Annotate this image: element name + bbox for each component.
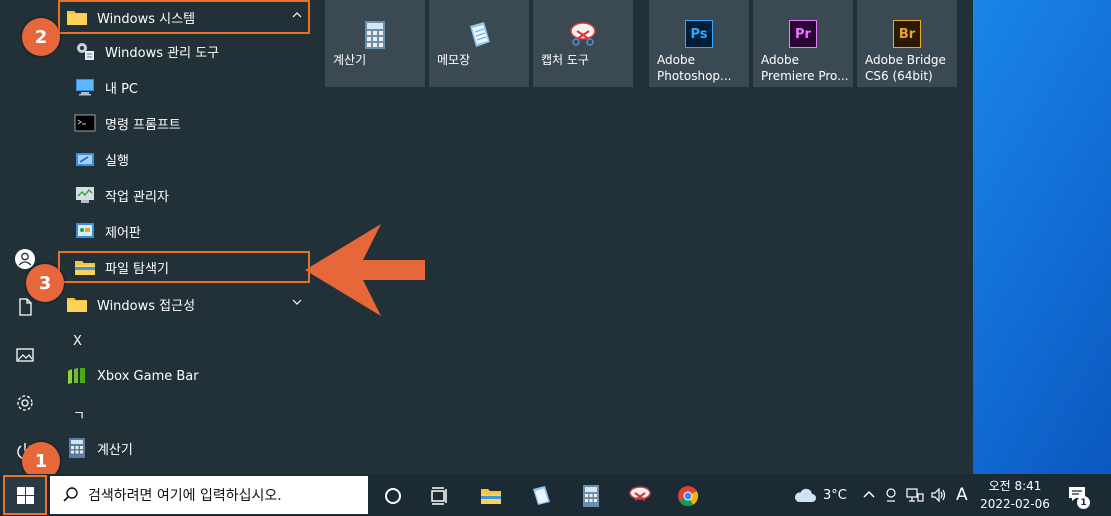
- snipping-tool-icon: [570, 22, 596, 46]
- arrow-left-icon: [305, 224, 425, 316]
- app-file-explorer[interactable]: 파일 탐색기: [58, 251, 310, 283]
- volume-icon[interactable]: [930, 487, 948, 503]
- folder-icon: [67, 298, 87, 312]
- folder-icon: [67, 11, 87, 25]
- notification-center[interactable]: 1: [1064, 482, 1092, 510]
- letter-header-x[interactable]: X: [73, 334, 82, 349]
- meet-now-icon[interactable]: [884, 487, 898, 503]
- app-label: 제어판: [105, 225, 141, 241]
- letter-header-g[interactable]: ㄱ: [73, 405, 85, 424]
- start-button[interactable]: [3, 475, 47, 515]
- app-run[interactable]: 실행: [58, 142, 310, 176]
- xbox-game-bar-icon: [68, 368, 85, 384]
- control-panel-icon: [76, 223, 94, 238]
- step-badge-3: 3: [26, 264, 64, 302]
- step-badge-2: 2: [22, 18, 60, 56]
- app-admin-tools[interactable]: Windows 관리 도구: [58, 34, 310, 68]
- search-placeholder: 검색하려면 여기에 입력하십시오.: [88, 488, 282, 504]
- group-windows-accessibility[interactable]: Windows 접근성: [58, 287, 310, 321]
- pictures-icon[interactable]: [14, 344, 36, 366]
- app-command-prompt[interactable]: 명령 프롬프트: [58, 106, 310, 140]
- clock-time: 오전 8:41: [988, 479, 1042, 493]
- computer-icon: [76, 79, 94, 96]
- app-task-manager[interactable]: 작업 관리자: [58, 178, 310, 212]
- calculator-icon: [365, 21, 385, 49]
- photoshop-icon: Ps: [685, 20, 713, 48]
- admin-tools-icon: [77, 43, 94, 60]
- tile-adobe-premiere[interactable]: Pr Adobe Premiere Pro...: [753, 0, 853, 87]
- folder-icon: [75, 261, 95, 275]
- ime-indicator[interactable]: A: [956, 485, 968, 505]
- file-explorer-icon[interactable]: [479, 484, 503, 508]
- task-manager-icon: [76, 187, 94, 203]
- tile-label: Adobe Photoshop...: [657, 53, 732, 83]
- app-label: Windows 관리 도구: [105, 45, 220, 61]
- calculator-icon: [69, 438, 85, 458]
- app-list: Windows 시스템 Windows 관리 도구 내 PC 명령 프롬프트 실…: [50, 0, 310, 474]
- app-label: 계산기: [97, 442, 133, 458]
- bridge-icon: Br: [893, 20, 921, 48]
- app-label: 내 PC: [105, 81, 139, 97]
- chevron-down-icon: [292, 299, 302, 305]
- task-view-icon[interactable]: [428, 484, 452, 508]
- network-icon[interactable]: [906, 487, 924, 503]
- windows-logo-icon: [17, 487, 34, 504]
- app-xbox-game-bar[interactable]: Xbox Game Bar: [58, 359, 310, 393]
- app-calculator[interactable]: 계산기: [58, 431, 310, 465]
- tile-notepad[interactable]: 메모장: [429, 0, 529, 87]
- tile-snipping-tool[interactable]: 캡처 도구: [533, 0, 633, 87]
- notepad-icon[interactable]: [529, 484, 553, 508]
- group-windows-system[interactable]: Windows 시스템: [58, 0, 310, 34]
- chevron-up-icon: [292, 12, 302, 18]
- start-rail: [0, 0, 50, 474]
- tile-label: Adobe Bridge CS6 (64bit): [865, 53, 946, 83]
- settings-gear-icon[interactable]: [14, 392, 36, 414]
- calculator-icon[interactable]: [579, 484, 603, 508]
- notepad-icon: [470, 22, 490, 47]
- tile-label: 계산기: [333, 53, 367, 67]
- tile-calculator[interactable]: 계산기: [325, 0, 425, 87]
- app-label: 명령 프롬프트: [105, 117, 181, 133]
- search-box[interactable]: 검색하려면 여기에 입력하십시오.: [50, 476, 368, 514]
- clock[interactable]: 오전 8:41 2022-02-06: [978, 477, 1052, 513]
- cloud-icon: [794, 488, 816, 502]
- tile-label: Adobe Premiere Pro...: [761, 53, 849, 83]
- documents-icon[interactable]: [14, 296, 36, 318]
- chrome-icon[interactable]: [676, 484, 700, 508]
- tile-label: 캡처 도구: [541, 53, 589, 67]
- group-label: Windows 접근성: [97, 298, 196, 314]
- clock-date: 2022-02-06: [980, 497, 1050, 511]
- app-this-pc[interactable]: 내 PC: [58, 70, 310, 104]
- weather-temp: 3°C: [823, 487, 847, 503]
- tile-adobe-photoshop[interactable]: Ps Adobe Photoshop...: [649, 0, 749, 87]
- premiere-icon: Pr: [789, 20, 817, 48]
- group-label: Windows 시스템: [97, 11, 196, 27]
- user-icon[interactable]: [14, 248, 36, 270]
- app-label: Xbox Game Bar: [97, 368, 199, 384]
- run-icon: [76, 153, 94, 166]
- chevron-up-icon[interactable]: [862, 488, 876, 502]
- start-menu: Windows 시스템 Windows 관리 도구 내 PC 명령 프롬프트 실…: [0, 0, 973, 474]
- snipping-tool-icon[interactable]: [628, 484, 652, 508]
- search-icon: [63, 487, 78, 502]
- tile-label: 메모장: [437, 53, 471, 67]
- app-label: 작업 관리자: [105, 189, 169, 205]
- tile-adobe-bridge[interactable]: Br Adobe Bridge CS6 (64bit): [857, 0, 957, 87]
- app-control-panel[interactable]: 제어판: [58, 214, 310, 248]
- system-tray-icons: A: [862, 474, 972, 516]
- app-label: 실행: [105, 153, 129, 169]
- cmd-icon: [74, 114, 96, 132]
- app-label: 파일 탐색기: [105, 261, 169, 277]
- notification-count-badge: 1: [1077, 496, 1090, 509]
- cortana-circle-icon[interactable]: [381, 484, 405, 508]
- weather-widget[interactable]: 3°C: [793, 474, 847, 516]
